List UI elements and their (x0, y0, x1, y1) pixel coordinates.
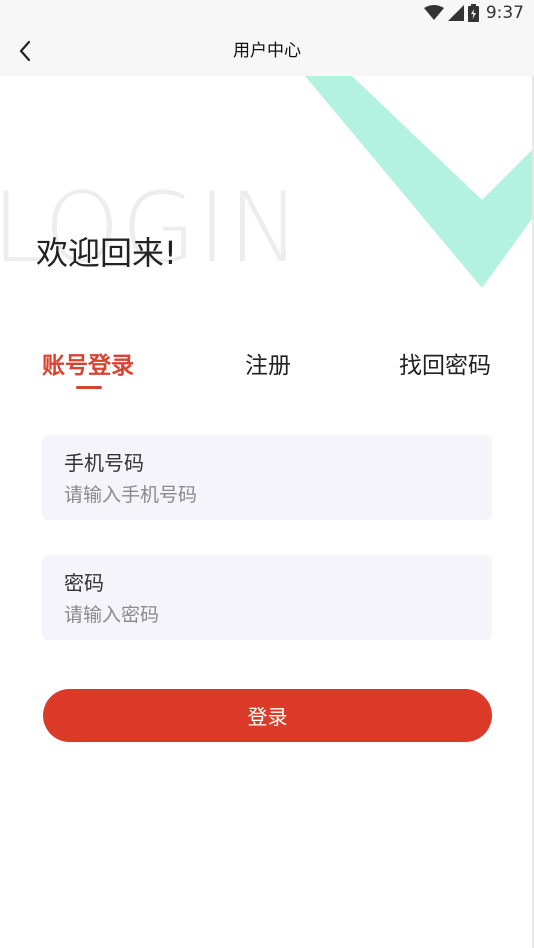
wifi-icon (423, 5, 444, 20)
phone-field-container[interactable]: 手机号码 (42, 435, 492, 520)
status-bar: 9:37 (0, 0, 534, 26)
phone-input[interactable] (64, 481, 464, 509)
phone-label: 手机号码 (64, 451, 144, 475)
page-title: 用户中心 (233, 41, 301, 61)
status-icons: 9:37 (423, 3, 524, 23)
back-button[interactable] (10, 36, 40, 66)
tab-register[interactable]: 注册 (245, 346, 291, 380)
password-field-container[interactable]: 密码 (42, 555, 492, 640)
password-input[interactable] (64, 601, 464, 629)
battery-icon (467, 4, 479, 22)
status-time: 9:37 (485, 3, 524, 23)
signal-icon (447, 5, 464, 21)
tab-account-login[interactable]: 账号登录 (42, 346, 134, 380)
active-tab-indicator (76, 386, 102, 389)
chevron-left-icon (19, 40, 31, 62)
login-button[interactable]: 登录 (43, 689, 492, 742)
login-tabs: 账号登录 注册 找回密码 (0, 346, 534, 396)
welcome-heading: 欢迎回来! (36, 234, 177, 272)
tab-find-password[interactable]: 找回密码 (399, 346, 491, 380)
password-label: 密码 (64, 571, 104, 595)
decorative-v-icon (305, 76, 534, 288)
nav-bar: 用户中心 (0, 26, 534, 76)
